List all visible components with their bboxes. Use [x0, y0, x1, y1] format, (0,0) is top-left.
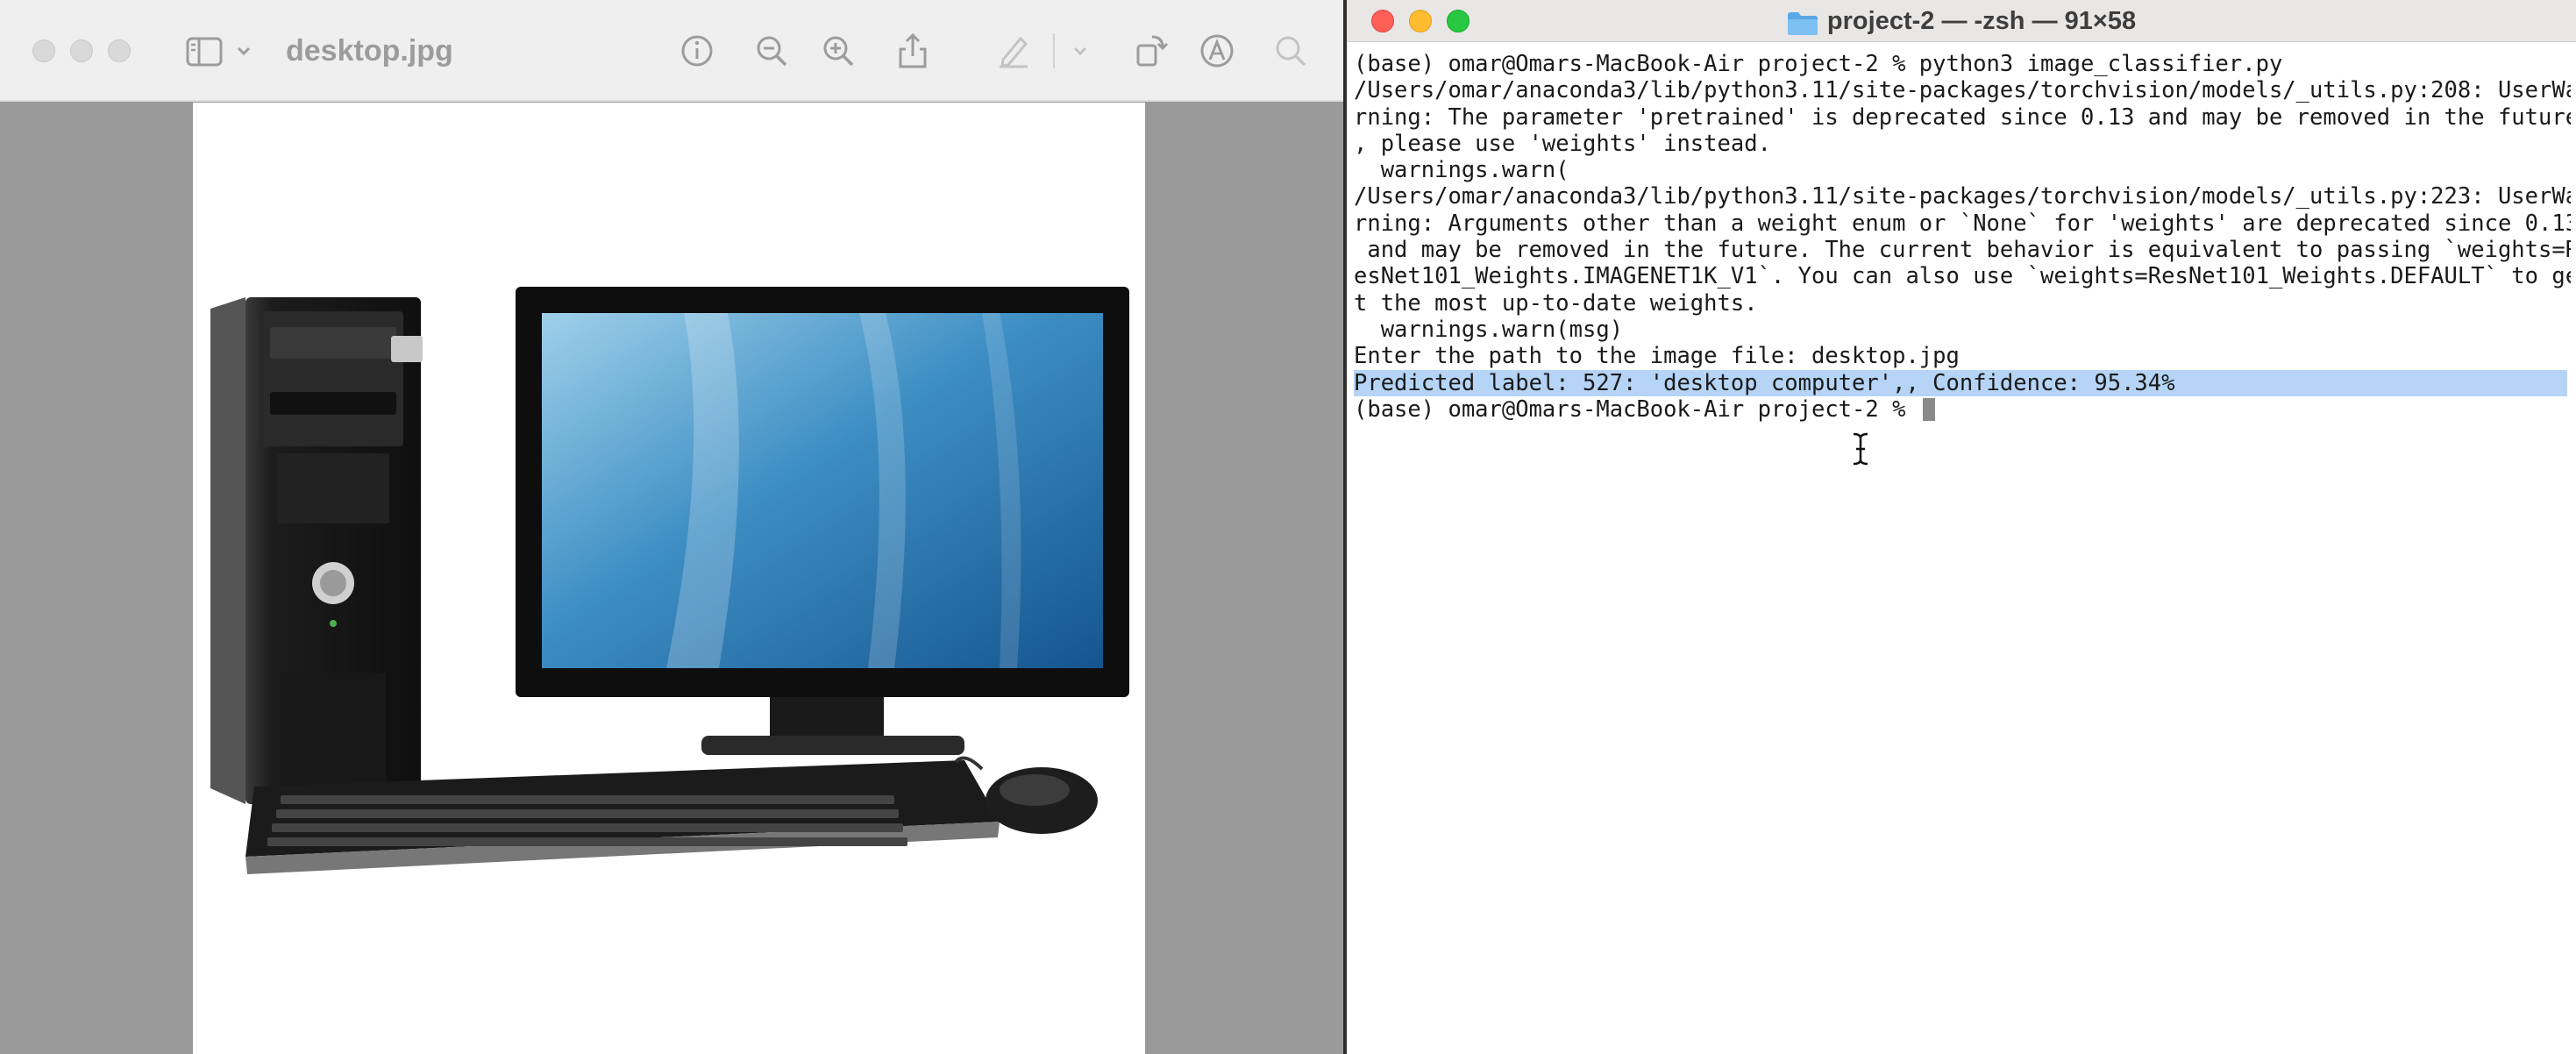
zoom-in-button[interactable]: [819, 32, 857, 70]
terminal-output[interactable]: (base) omar@Omars-MacBook-Air project-2 …: [1354, 51, 2571, 423]
preview-window: desktop.jpg: [0, 0, 1343, 1054]
markup-pen-icon: [1000, 36, 1028, 68]
terminal-prompt: (base) omar@Omars-MacBook-Air project-2 …: [1354, 395, 1919, 423]
terminal-line: t the most up-to-date weights.: [1354, 289, 1758, 317]
preview-toolbar: desktop.jpg: [0, 0, 1343, 102]
close-button[interactable]: [32, 39, 55, 62]
markup-icon: [1200, 34, 1234, 68]
terminal-line: (base) omar@Omars-MacBook-Air project-2 …: [1354, 51, 2283, 77]
terminal-line: rning: The parameter 'pretrained' is dep…: [1354, 103, 2571, 131]
zoom-in-icon: [823, 36, 854, 67]
zoom-out-button[interactable]: [752, 32, 791, 70]
search-button[interactable]: [1271, 32, 1310, 70]
terminal-line: /Users/omar/anaconda3/lib/python3.11/sit…: [1354, 77, 2571, 104]
info-button[interactable]: [678, 32, 716, 70]
terminal-window: project-2 — -zsh — 91×58 (base) omar@Oma…: [1347, 0, 2576, 1054]
sidebar-toggle-icon: [186, 37, 251, 67]
folder-icon: [1787, 7, 1818, 36]
ibeam-cursor-icon: [1848, 431, 1873, 466]
info-icon: [681, 35, 713, 67]
document-title: desktop.jpg: [286, 34, 453, 68]
terminal-title: project-2 — -zsh — 91×58: [1347, 0, 2576, 42]
share-icon: [899, 32, 927, 68]
terminal-line: , please use 'weights' instead.: [1354, 130, 1771, 157]
terminal-prompt-line[interactable]: (base) omar@Omars-MacBook-Air project-2 …: [1354, 396, 2571, 423]
minimize-button[interactable]: [70, 39, 93, 62]
markup-pen-button[interactable]: [994, 32, 1033, 70]
text-cursor: [1922, 397, 1935, 421]
zoom-out-icon: [757, 36, 787, 67]
terminal-line: /Users/omar/anaconda3/lib/python3.11/sit…: [1354, 183, 2571, 210]
terminal-line: esNet101_Weights.IMAGENET1K_V1`. You can…: [1354, 263, 2571, 290]
chevron-down-icon: [1073, 46, 1087, 56]
terminal-line: rning: Arguments other than a weight enu…: [1354, 210, 2571, 237]
share-button[interactable]: [893, 32, 932, 70]
maximize-button[interactable]: [108, 39, 131, 62]
desktop-computer-photo: [210, 287, 1129, 874]
search-icon: [1276, 36, 1306, 67]
prediction-line: Predicted label: 527: 'desktop computer'…: [1354, 369, 2567, 396]
terminal-line: warnings.warn(: [1354, 157, 1569, 184]
terminal-title-text: project-2 — -zsh — 91×58: [1826, 7, 2137, 35]
rotate-icon: [1136, 35, 1169, 67]
sidebar-toggle-button[interactable]: [184, 33, 256, 68]
markup-pen-menu-button[interactable]: [1061, 32, 1099, 70]
terminal-line: and may be removed in the future. The cu…: [1354, 237, 2571, 264]
terminal-titlebar: project-2 — -zsh — 91×58: [1347, 0, 2576, 42]
rotate-button[interactable]: [1131, 32, 1170, 70]
toolbar-separator: [1053, 33, 1055, 68]
terminal-line: warnings.warn(msg): [1354, 316, 1624, 343]
terminal-line: Enter the path to the image file: deskto…: [1354, 343, 1960, 370]
markup-button[interactable]: [1198, 32, 1236, 70]
document-image: [193, 103, 1145, 1054]
